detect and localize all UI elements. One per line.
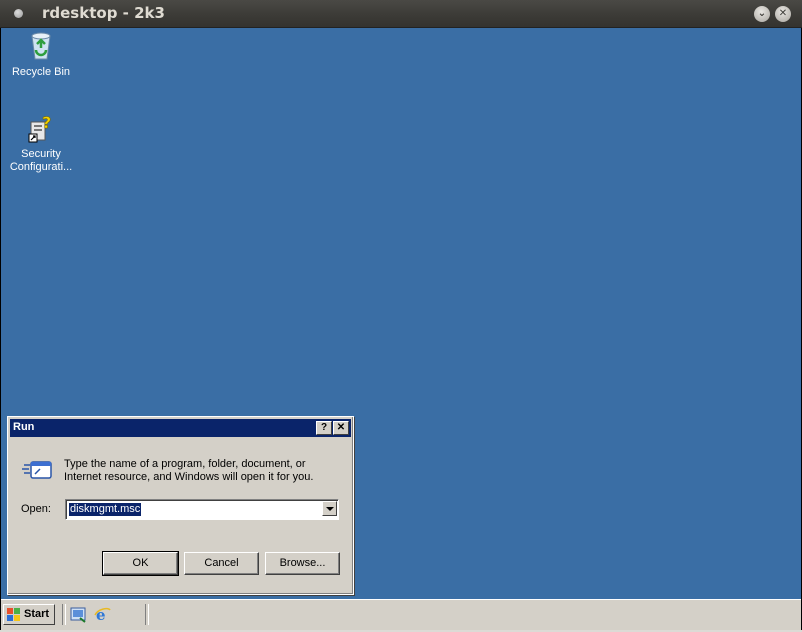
taskbar: Start e bbox=[1, 599, 801, 631]
dialog-close-button[interactable]: ✕ bbox=[333, 421, 349, 435]
open-input-value[interactable]: diskmgmt.msc bbox=[69, 503, 142, 516]
cancel-button[interactable]: Cancel bbox=[184, 552, 259, 575]
window-close-button[interactable]: ✕ bbox=[775, 6, 791, 22]
browse-button[interactable]: Browse... bbox=[265, 552, 340, 575]
start-button[interactable]: Start bbox=[3, 604, 55, 625]
desktop-icon-security-configuration[interactable]: ? Security Configurati... bbox=[3, 112, 79, 174]
recycle-bin-icon bbox=[25, 30, 57, 62]
desktop-icon-recycle-bin[interactable]: Recycle Bin bbox=[3, 30, 79, 79]
open-label: Open: bbox=[21, 503, 51, 515]
open-combobox[interactable]: diskmgmt.msc bbox=[65, 499, 339, 520]
desktop-icon-label: Security Configurati... bbox=[9, 148, 73, 173]
run-dialog-title: Run bbox=[13, 421, 35, 433]
window-menu-icon[interactable] bbox=[14, 9, 23, 18]
run-dialog[interactable]: Run ? ✕ Type the name of a program, fold… bbox=[7, 416, 354, 595]
ok-button[interactable]: OK bbox=[102, 551, 179, 576]
internet-explorer-icon[interactable]: e bbox=[94, 606, 111, 624]
run-dialog-titlebar[interactable]: Run ? ✕ bbox=[10, 419, 351, 437]
help-button[interactable]: ? bbox=[316, 421, 332, 435]
taskbar-separator bbox=[62, 604, 66, 625]
desktop-icon-label: Recycle Bin bbox=[11, 66, 71, 78]
window-titlebar[interactable]: rdesktop - 2k3 ⌄ ✕ bbox=[0, 0, 802, 28]
show-desktop-icon[interactable] bbox=[70, 606, 87, 623]
combobox-dropdown-button[interactable] bbox=[322, 501, 337, 516]
window-minimize-button[interactable]: ⌄ bbox=[754, 6, 770, 22]
run-program-icon bbox=[22, 459, 52, 481]
taskbar-separator bbox=[145, 604, 149, 625]
security-configuration-icon: ? bbox=[25, 112, 57, 144]
window-title: rdesktop - 2k3 bbox=[42, 4, 165, 22]
start-label: Start bbox=[24, 608, 50, 620]
svg-text:?: ? bbox=[42, 113, 51, 132]
run-dialog-description: Type the name of a program, folder, docu… bbox=[64, 458, 314, 483]
windows-flag-icon bbox=[7, 608, 20, 621]
